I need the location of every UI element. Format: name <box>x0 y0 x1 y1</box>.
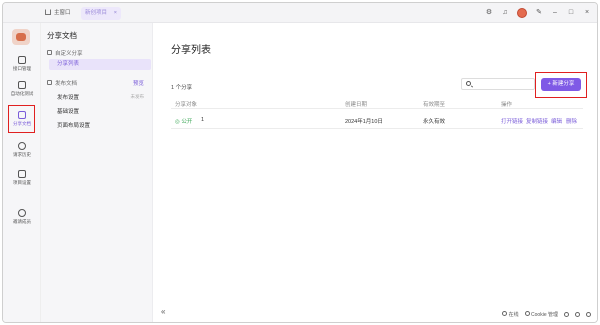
open-link-button[interactable]: 打开链接 <box>501 117 523 125</box>
tab-main-window-label: 主窗口 <box>54 10 71 16</box>
rail-item-label: 邀请成员 <box>13 219 31 224</box>
shirt-icon[interactable] <box>575 312 580 317</box>
column-header: 分享对象 <box>175 102 198 108</box>
app-window: 主窗口 新创项目 × ⚙ ♫ ✎ – □ × 接口管理 自动化测试 分享文档 请… <box>2 2 598 323</box>
rail-item-label: 接口管理 <box>13 66 31 71</box>
delete-button[interactable]: 删除 <box>566 117 577 125</box>
api-icon <box>18 56 26 64</box>
share-count: 1 个分享 <box>171 85 193 91</box>
app-logo <box>12 29 30 45</box>
table-header: 分享对象 创建日期 有效期至 操作 <box>171 97 583 109</box>
status-footer: 在线 Cookie 管理 <box>502 311 591 318</box>
test-icon <box>18 81 26 89</box>
rail-item-test[interactable]: 自动化测试 <box>3 81 41 97</box>
sidebar-group-label: 发布文档 <box>55 81 78 87</box>
highlight-box <box>535 72 587 98</box>
help-icon[interactable] <box>586 312 591 317</box>
settings-icon[interactable]: ⚙ <box>485 9 493 17</box>
page-title: 分享列表 <box>171 45 211 56</box>
rail-item-settings[interactable]: 项目设置 <box>3 170 41 186</box>
sidebar-item-share-list[interactable]: 分享列表 <box>49 59 151 70</box>
sidebar-item-publish-settings[interactable]: 发布设置 <box>57 93 79 101</box>
window-controls: ⚙ ♫ ✎ – □ × <box>485 6 591 20</box>
cookie-manager[interactable]: Cookie 管理 <box>524 311 558 318</box>
column-header: 创建日期 <box>345 102 368 108</box>
tab-project-label: 新创项目 <box>85 10 108 16</box>
share-name: 1 <box>201 117 205 123</box>
pin-icon[interactable]: ✎ <box>535 9 543 17</box>
invite-icon <box>18 209 26 217</box>
main-content: 分享列表 1 个分享 + 新建分享 分享对象 创建日期 有效期至 操作 ◎ 公开… <box>153 23 597 322</box>
sidebar-group-publish[interactable]: 发布文档 <box>47 79 77 87</box>
rail-item-label: 请求历史 <box>13 152 31 157</box>
table-row: ◎ 公开 1 2024年1月10日 永久有效 打开链接 复制链接 编辑 删除 <box>171 111 583 129</box>
search-input[interactable] <box>461 78 535 90</box>
rail-item-history[interactable]: 请求历史 <box>3 142 41 158</box>
avatar[interactable] <box>517 8 527 18</box>
sidebar-item-basic-settings[interactable]: 基础设置 <box>57 107 79 115</box>
collapse-sidebar-button[interactable]: « <box>161 307 165 316</box>
maximize-icon[interactable]: □ <box>567 9 575 17</box>
copy-link-button[interactable]: 复制链接 <box>526 117 548 125</box>
home-icon <box>45 8 51 15</box>
sync-icon[interactable] <box>564 312 569 317</box>
close-icon[interactable]: × <box>583 9 591 17</box>
book-icon <box>47 80 52 86</box>
status-badge: 未发布 <box>130 94 145 99</box>
created-date: 2024年1月10日 <box>345 119 383 125</box>
online-icon <box>502 311 508 316</box>
sidebar-title: 分享文档 <box>47 31 77 40</box>
tab-close-icon[interactable]: × <box>114 7 117 20</box>
settings-icon <box>18 170 26 178</box>
icon-rail: 接口管理 自动化测试 分享文档 请求历史 项目设置 邀请成员 <box>3 23 41 322</box>
folder-icon <box>47 50 52 56</box>
expiry-date: 永久有效 <box>423 119 446 125</box>
minimize-icon[interactable]: – <box>551 9 559 17</box>
column-header: 有效期至 <box>423 102 446 108</box>
sidebar: 分享文档 自定义分享 分享列表 发布文档 预览 发布设置 未发布 基础设置 页面… <box>41 23 153 322</box>
history-icon <box>18 142 26 150</box>
rail-item-invite[interactable]: 邀请成员 <box>3 209 41 225</box>
highlight-box <box>8 105 35 133</box>
rail-item-label: 项目设置 <box>13 180 31 185</box>
sidebar-group-label: 自定义分享 <box>55 51 83 57</box>
bell-icon[interactable]: ♫ <box>501 9 509 17</box>
public-status: ◎ 公开 <box>175 119 193 125</box>
sidebar-group-custom[interactable]: 自定义分享 <box>47 49 83 57</box>
online-status[interactable]: 在线 <box>502 311 519 318</box>
rail-item-label: 自动化测试 <box>10 91 34 96</box>
title-bar: 主窗口 新创项目 × ⚙ ♫ ✎ – □ × <box>3 3 597 23</box>
column-header: 操作 <box>501 102 513 108</box>
preview-link[interactable]: 预览 <box>133 79 144 87</box>
rail-item-api[interactable]: 接口管理 <box>3 56 41 72</box>
tab-project[interactable]: 新创项目 × <box>81 7 121 20</box>
tab-main-window[interactable]: 主窗口 <box>45 7 71 20</box>
sidebar-item-layout-settings[interactable]: 页面布局设置 <box>57 121 90 129</box>
search-icon <box>466 81 471 86</box>
cookie-icon <box>524 311 530 316</box>
edit-button[interactable]: 编辑 <box>551 117 562 125</box>
